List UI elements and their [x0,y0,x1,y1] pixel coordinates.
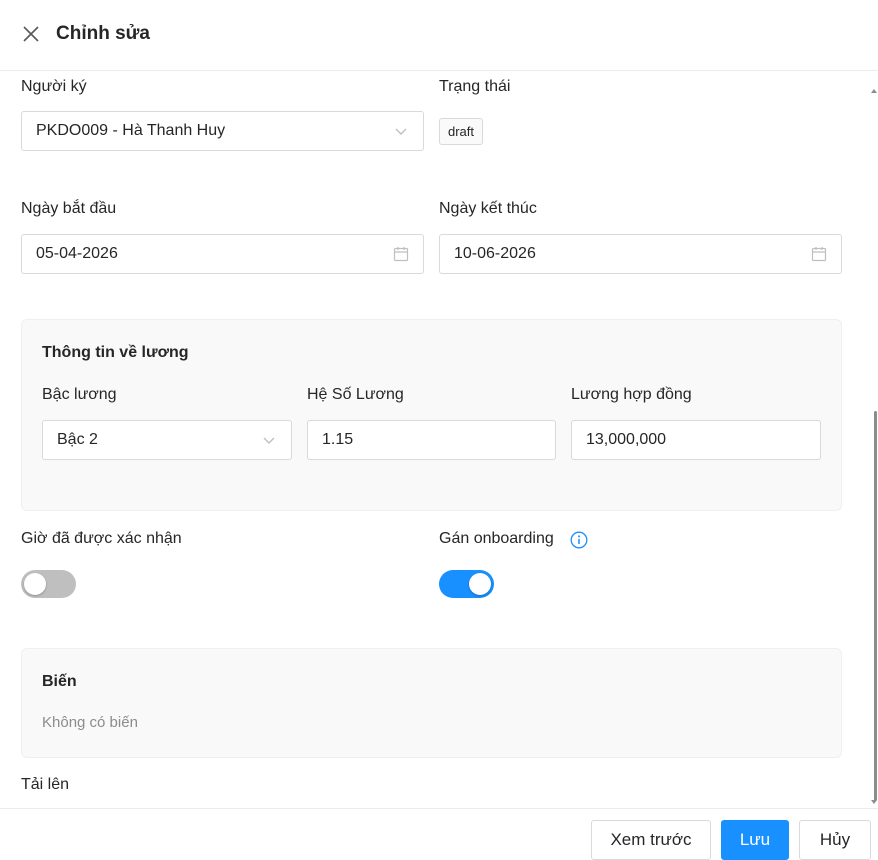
close-icon[interactable] [19,22,43,46]
save-button[interactable]: Lưu [721,820,789,860]
scrollbar[interactable] [870,71,878,808]
contract-salary-input[interactable]: 13,000,000 [571,420,821,460]
info-icon[interactable] [570,531,588,549]
modal-footer: Xem trước Lưu Hủy [0,808,878,860]
status-label: Trạng thái [439,78,511,95]
variables-empty-text: Không có biến [42,714,138,731]
cancel-button[interactable]: Hủy [799,820,871,860]
chevron-down-icon [393,123,409,139]
contract-salary-value: 13,000,000 [586,431,667,448]
salary-section-title: Thông tin về lương [42,344,189,361]
signer-label: Người ký [21,78,87,95]
calendar-icon [393,246,409,262]
salary-grade-label: Bậc lương [42,386,117,403]
scroll-thumb[interactable] [874,411,877,801]
signer-value: PKDO009 - Hà Thanh Huy [36,122,226,139]
status-badge: draft [439,118,484,145]
end-date-value: 10-06-2026 [454,245,536,262]
scroll-up-icon[interactable] [871,81,877,93]
salary-section: Thông tin về lương Bậc lương Bậc 2 Hệ Số… [21,319,842,511]
contract-salary-label: Lương hợp đồng [571,386,692,403]
scroll-down-icon[interactable] [871,792,877,804]
end-date-picker[interactable]: 10-06-2026 [439,234,842,274]
preview-button[interactable]: Xem trước [591,820,711,860]
calendar-icon [811,246,827,262]
start-date-value: 05-04-2026 [36,245,118,262]
assign-onboarding-toggle[interactable] [439,570,494,598]
assign-onboarding-label: Gán onboarding [439,530,554,547]
chevron-down-icon [261,432,277,448]
salary-coefficient-value: 1.15 [322,431,354,448]
signer-select[interactable]: PKDO009 - Hà Thanh Huy [21,111,424,151]
variables-section: Biến [21,648,842,758]
salary-grade-value: Bậc 2 [57,431,98,448]
start-date-picker[interactable]: 05-04-2026 [21,234,424,274]
hours-confirmed-label: Giờ đã được xác nhận [21,530,182,547]
modal-header: Chỉnh sửa [0,0,878,71]
modal-title: Chỉnh sửa [56,23,150,44]
salary-coefficient-label: Hệ Số Lương [307,386,404,403]
upload-label: Tải lên [21,776,70,793]
form-body: Người ký PKDO009 - Hà Thanh Huy Trạng th… [0,71,878,808]
toggle-knob [469,573,491,595]
variables-section-title: Biến [42,673,77,690]
toggle-knob [24,573,46,595]
end-date-label: Ngày kết thúc [439,200,537,217]
start-date-label: Ngày bắt đầu [21,200,117,217]
hours-confirmed-toggle[interactable] [21,570,76,598]
salary-coefficient-input[interactable]: 1.15 [307,420,556,460]
salary-grade-select[interactable]: Bậc 2 [42,420,292,460]
